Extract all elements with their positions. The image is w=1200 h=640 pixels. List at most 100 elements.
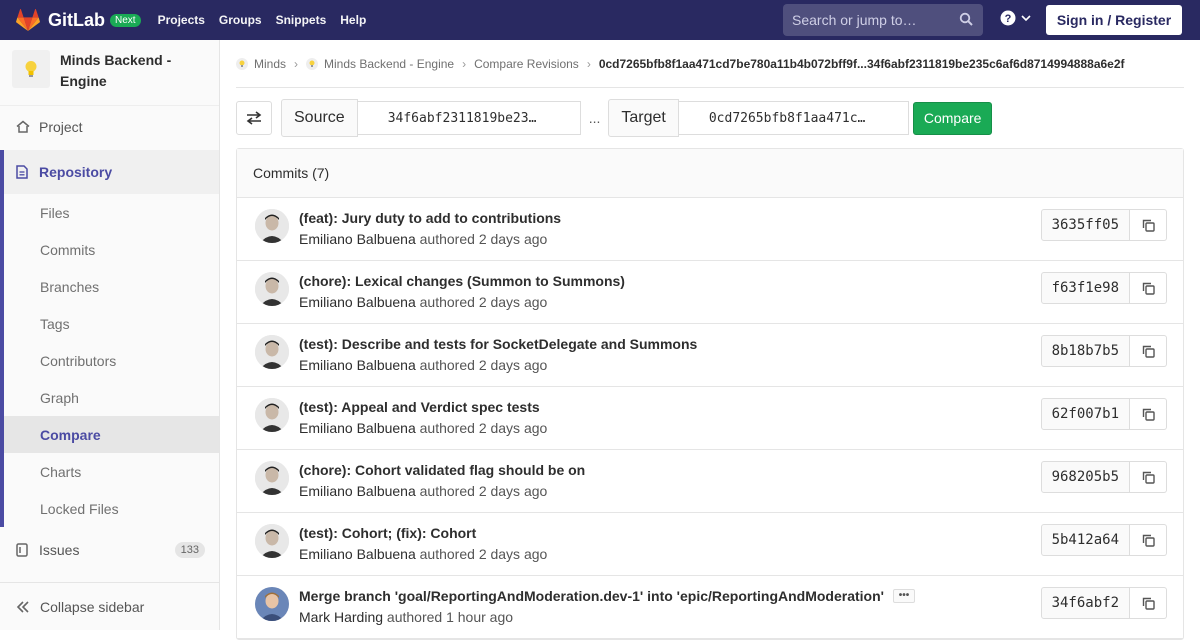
sidebar-project-header[interactable]: Minds Backend - Engine — [0, 40, 219, 106]
commit-author-link[interactable]: Emiliano Balbuena — [299, 420, 416, 436]
search-icon — [959, 12, 973, 29]
collapse-sidebar-button[interactable]: Collapse sidebar — [0, 582, 219, 630]
commit-title[interactable]: (test): Appeal and Verdict spec tests — [299, 399, 540, 415]
commit-row: (chore): Lexical changes (Summon to Summ… — [237, 261, 1183, 324]
commit-sha-button[interactable]: 34f6abf2 — [1040, 587, 1130, 619]
commit-sha-button[interactable]: 5b412a64 — [1040, 524, 1130, 556]
commit-row: (test): Describe and tests for SocketDel… — [237, 324, 1183, 387]
breadcrumb-minds[interactable]: Minds — [254, 57, 286, 71]
commit-meta: Emiliano Balbuena authored 2 days ago — [299, 294, 547, 310]
commit-author-link[interactable]: Emiliano Balbuena — [299, 294, 416, 310]
sidebar-item-graph[interactable]: Graph — [4, 379, 219, 416]
sidebar-item-charts[interactable]: Charts — [4, 453, 219, 490]
compare-button[interactable]: Compare — [912, 101, 993, 135]
lightbulb-icon — [306, 57, 319, 70]
swap-revisions-button[interactable] — [236, 101, 272, 135]
project-name: Minds Backend - Engine — [60, 52, 172, 89]
commit-author-link[interactable]: Emiliano Balbuena — [299, 546, 416, 562]
chevron-right-icon: › — [294, 56, 299, 71]
sidebar-item-label: Project — [39, 118, 83, 135]
copy-sha-button[interactable] — [1130, 272, 1167, 304]
person-avatar-icon — [255, 461, 289, 495]
author-avatar[interactable] — [255, 587, 289, 621]
sidebar-item-issues[interactable]: Issues 133 — [0, 531, 219, 568]
document-icon — [16, 165, 30, 179]
chevron-down-icon — [1021, 15, 1031, 22]
gitlab-logo[interactable]: GitLab Next — [16, 9, 141, 31]
commit-title[interactable]: (test): Cohort; (fix): Cohort — [299, 525, 476, 541]
sidebar-item-locked-files[interactable]: Locked Files — [4, 490, 219, 527]
sidebar-item-repository[interactable]: Repository — [4, 150, 219, 194]
help-dropdown[interactable]: ? — [1000, 10, 1031, 26]
commit-author-link[interactable]: Emiliano Balbuena — [299, 357, 416, 373]
breadcrumb-compare-revisions[interactable]: Compare Revisions — [474, 57, 579, 71]
target-revision-dropdown[interactable]: 0cd7265bfb8f1aa471c… — [678, 101, 909, 135]
nav-projects[interactable]: Projects — [151, 13, 212, 27]
copy-sha-button[interactable] — [1130, 587, 1167, 619]
copy-sha-button[interactable] — [1130, 335, 1167, 367]
compare-form: Source 34f6abf2311819be23… ... Target 0c… — [236, 99, 993, 137]
sign-in-button[interactable]: Sign in / Register — [1046, 5, 1182, 35]
commit-author-link[interactable]: Mark Harding — [299, 609, 383, 625]
commits-list: Commits (7) (feat): Jury duty to add to … — [236, 148, 1184, 640]
commit-sha-button[interactable]: 3635ff05 — [1040, 209, 1130, 241]
sidebar-item-commits[interactable]: Commits — [4, 231, 219, 268]
help-icon: ? — [1000, 10, 1016, 26]
commit-meta: Emiliano Balbuena authored 2 days ago — [299, 357, 547, 373]
author-avatar[interactable] — [255, 335, 289, 369]
commit-title[interactable]: (feat): Jury duty to add to contribution… — [299, 210, 561, 226]
sidebar-item-tags[interactable]: Tags — [4, 305, 219, 342]
commit-time: 2 days ago — [478, 546, 548, 562]
commit-sha-button[interactable]: f63f1e98 — [1040, 272, 1130, 304]
target-label: Target — [608, 99, 679, 137]
commit-sha-button[interactable]: 62f007b1 — [1040, 398, 1130, 430]
sidebar-item-compare[interactable]: Compare — [4, 416, 219, 453]
commit-author-link[interactable]: Emiliano Balbuena — [299, 483, 416, 499]
person-avatar-icon — [255, 209, 289, 243]
nav-snippets[interactable]: Snippets — [269, 13, 334, 27]
sidebar-repository-section: Repository Files Commits Branches Tags C… — [0, 150, 219, 527]
commit-title[interactable]: (chore): Lexical changes (Summon to Summ… — [299, 273, 625, 289]
next-badge[interactable]: Next — [110, 14, 141, 27]
copy-sha-button[interactable] — [1130, 209, 1167, 241]
commit-time: 2 days ago — [478, 231, 548, 247]
author-avatar[interactable] — [255, 398, 289, 432]
commit-sha-group: 8b18b7b5 — [1040, 335, 1167, 367]
commit-sha-button[interactable]: 8b18b7b5 — [1040, 335, 1130, 367]
nav-help[interactable]: Help — [333, 13, 373, 27]
commit-title[interactable]: Merge branch 'goal/ReportingAndModeratio… — [299, 588, 915, 604]
breadcrumb-current[interactable]: 0cd7265bfb8f1aa471cd7be780a11b4b072bff9f… — [599, 57, 1125, 71]
copy-sha-button[interactable] — [1130, 461, 1167, 493]
author-avatar[interactable] — [255, 272, 289, 306]
person-avatar-icon — [255, 272, 289, 306]
top-nav: Projects Groups Snippets Help — [151, 13, 374, 27]
commit-title[interactable]: (test): Describe and tests for SocketDel… — [299, 336, 697, 352]
commit-author-link[interactable]: Emiliano Balbuena — [299, 231, 416, 247]
copy-sha-button[interactable] — [1130, 398, 1167, 430]
commit-sha-group: 5b412a64 — [1040, 524, 1167, 556]
expand-description-button[interactable]: ••• — [893, 589, 915, 603]
commits-count-header: Commits (7) — [237, 149, 1183, 198]
commit-action: authored — [419, 420, 475, 436]
copy-icon — [1142, 597, 1155, 610]
commit-time: 2 days ago — [478, 483, 548, 499]
copy-sha-button[interactable] — [1130, 524, 1167, 556]
double-chevron-left-icon — [16, 600, 30, 613]
commit-sha-group: 3635ff05 — [1040, 209, 1167, 241]
nav-groups[interactable]: Groups — [212, 13, 269, 27]
source-revision-dropdown[interactable]: 34f6abf2311819be23… — [357, 101, 581, 135]
brand-name: GitLab — [48, 9, 105, 30]
commit-action: authored — [419, 357, 475, 373]
commit-title[interactable]: (chore): Cohort validated flag should be… — [299, 462, 585, 478]
sidebar-item-contributors[interactable]: Contributors — [4, 342, 219, 379]
commit-sha-button[interactable]: 968205b5 — [1040, 461, 1130, 493]
author-avatar[interactable] — [255, 524, 289, 558]
sidebar-item-project[interactable]: Project — [0, 108, 219, 145]
sidebar-item-files[interactable]: Files — [4, 194, 219, 231]
author-avatar[interactable] — [255, 461, 289, 495]
breadcrumb-project[interactable]: Minds Backend - Engine — [324, 57, 454, 71]
sidebar-item-branches[interactable]: Branches — [4, 268, 219, 305]
search-input[interactable]: Search or jump to… — [783, 4, 983, 36]
copy-icon — [1142, 282, 1155, 295]
author-avatar[interactable] — [255, 209, 289, 243]
